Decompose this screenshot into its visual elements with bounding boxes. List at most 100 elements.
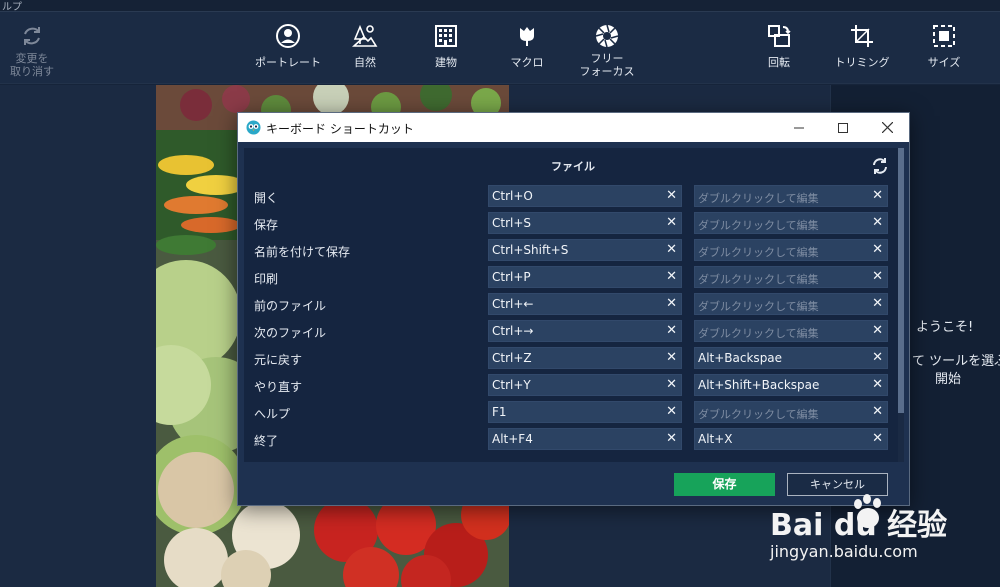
clear-shortcut-icon[interactable]: ✕ <box>666 269 677 285</box>
clear-shortcut-icon[interactable]: ✕ <box>872 188 883 204</box>
shortcut-placeholder: ダブルクリックして編集 <box>698 246 819 259</box>
secondary-shortcut-field[interactable]: Alt+Shift+Backspae ✕ <box>694 374 888 396</box>
tool-label: 建物 <box>435 56 457 69</box>
clear-shortcut-icon[interactable]: ✕ <box>666 188 677 204</box>
secondary-shortcut-field[interactable]: Alt+X ✕ <box>694 428 888 450</box>
maximize-button[interactable] <box>821 113 865 142</box>
free-focus-label-2: フォーカス <box>579 65 635 78</box>
shortcut-row: へルプ F1 ✕ ダブルクリックして編集 ✕ <box>244 401 902 423</box>
secondary-shortcut-field[interactable]: ダブルクリックして編集 ✕ <box>694 293 888 315</box>
clear-shortcut-icon[interactable]: ✕ <box>872 350 883 366</box>
undo-label-1: 変更を <box>15 52 49 65</box>
shortcut-list: ファイル 開く Ctrl+O ✕ ダブルクリックして編集 ✕ 保存 Ctrl+S ✕ ダブルクリ… <box>244 148 902 462</box>
primary-shortcut-field[interactable]: F1 ✕ <box>488 401 682 423</box>
dialog-titlebar[interactable]: キーボード ショートカット <box>238 113 909 142</box>
secondary-shortcut-field[interactable]: ダブルクリックして編集 ✕ <box>694 185 888 207</box>
shortcut-value: F1 <box>492 405 507 419</box>
primary-shortcut-field[interactable]: Ctrl+← ✕ <box>488 293 682 315</box>
shortcut-label: 元に戻す <box>254 353 303 367</box>
shortcut-value: Alt+X <box>698 432 733 446</box>
dialog-title: キーボード ショートカット <box>266 122 414 136</box>
clear-shortcut-icon[interactable]: ✕ <box>872 377 883 393</box>
scrollbar-thumb[interactable] <box>898 148 904 413</box>
tool-rotate[interactable]: 回転 <box>754 12 804 84</box>
tool-building[interactable]: 建物 <box>420 12 472 84</box>
shortcut-value: Alt+Shift+Backspae <box>698 378 820 392</box>
primary-shortcut-field[interactable]: Ctrl+Y ✕ <box>488 374 682 396</box>
tool-free-focus[interactable]: フリー フォーカス <box>572 12 642 84</box>
secondary-shortcut-field[interactable]: ダブルクリックして編集 ✕ <box>694 212 888 234</box>
shortcut-row: 開く Ctrl+O ✕ ダブルクリックして編集 ✕ <box>244 185 902 207</box>
save-button[interactable]: 保存 <box>674 473 775 496</box>
tool-nature[interactable]: 自然 <box>340 12 390 84</box>
tool-label: 回転 <box>768 56 790 69</box>
clear-shortcut-icon[interactable]: ✕ <box>872 296 883 312</box>
clear-shortcut-icon[interactable]: ✕ <box>872 323 883 339</box>
primary-shortcut-field[interactable]: Alt+F4 ✕ <box>488 428 682 450</box>
shortcut-placeholder: ダブルクリックして編集 <box>698 327 819 340</box>
secondary-shortcut-field[interactable]: ダブルクリックして編集 ✕ <box>694 320 888 342</box>
primary-shortcut-field[interactable]: Ctrl+Z ✕ <box>488 347 682 369</box>
shortcut-row: 次のファイル Ctrl+→ ✕ ダブルクリックして編集 ✕ <box>244 320 902 342</box>
clear-shortcut-icon[interactable]: ✕ <box>872 431 883 447</box>
clear-shortcut-icon[interactable]: ✕ <box>666 242 677 258</box>
tool-label: ポートレート <box>255 56 321 69</box>
shortcut-label: 名前を付けて保存 <box>254 245 351 259</box>
clear-shortcut-icon[interactable]: ✕ <box>666 377 677 393</box>
shortcut-label: 終了 <box>254 434 279 448</box>
undo-icon <box>18 22 46 50</box>
clear-shortcut-icon[interactable]: ✕ <box>872 404 883 420</box>
shortcut-value: Ctrl+→ <box>492 324 534 338</box>
shortcut-label: やり直す <box>254 380 303 394</box>
shortcut-row: 元に戻す Ctrl+Z ✕ Alt+Backspae ✕ <box>244 347 902 369</box>
clear-shortcut-icon[interactable]: ✕ <box>872 269 883 285</box>
secondary-shortcut-field[interactable]: ダブルクリックして編集 ✕ <box>694 266 888 288</box>
tool-trimming[interactable]: トリミング <box>826 12 898 84</box>
clear-shortcut-icon[interactable]: ✕ <box>666 323 677 339</box>
shortcut-row: やり直す Ctrl+Y ✕ Alt+Shift+Backspae ✕ <box>244 374 902 396</box>
clear-shortcut-icon[interactable]: ✕ <box>872 215 883 231</box>
minimize-button[interactable] <box>777 113 821 142</box>
tool-size[interactable]: サイズ <box>918 12 970 84</box>
secondary-shortcut-field[interactable]: ダブルクリックして編集 ✕ <box>694 401 888 423</box>
close-button[interactable] <box>865 113 909 142</box>
tool-label: トリミング <box>834 56 890 69</box>
free-focus-label-1: フリー <box>590 52 624 65</box>
undo-button[interactable]: 変更を 取り消す <box>2 12 62 84</box>
keyboard-shortcuts-dialog: キーボード ショートカット ファイル 開く Ctrl+O ✕ ダブルクリックして編集 ✕… <box>237 112 910 506</box>
primary-shortcut-field[interactable]: Ctrl+O ✕ <box>488 185 682 207</box>
tool-macro[interactable]: マクロ <box>502 12 552 84</box>
shortcut-value: Ctrl+← <box>492 297 534 311</box>
welcome-text: ようこそ! <box>916 320 974 335</box>
close-icon <box>881 122 893 133</box>
shortcut-row: 印刷 Ctrl+P ✕ ダブルクリックして編集 ✕ <box>244 266 902 288</box>
owl-app-icon <box>246 120 261 135</box>
watermark-url: jingyan.baidu.com <box>770 542 918 561</box>
primary-shortcut-field[interactable]: Ctrl+→ ✕ <box>488 320 682 342</box>
shortcut-label: 保存 <box>254 218 279 232</box>
primary-shortcut-field[interactable]: Ctrl+P ✕ <box>488 266 682 288</box>
clear-shortcut-icon[interactable]: ✕ <box>666 404 677 420</box>
clear-shortcut-icon[interactable]: ✕ <box>666 215 677 231</box>
toolbar: 変更を 取り消す ポートレート 自然 建物 マクロ フリー フォーカス 回転 ト… <box>0 12 1000 84</box>
clear-shortcut-icon[interactable]: ✕ <box>666 296 677 312</box>
shortcut-value: Alt+F4 <box>492 432 533 446</box>
clear-shortcut-icon[interactable]: ✕ <box>666 350 677 366</box>
shortcut-value: Alt+Backspae <box>698 351 783 365</box>
shortcut-label: 前のファイル <box>254 299 327 313</box>
secondary-shortcut-field[interactable]: ダブルクリックして編集 ✕ <box>694 239 888 261</box>
tool-portrait[interactable]: ポートレート <box>250 12 326 84</box>
shortcut-value: Ctrl+Z <box>492 351 532 365</box>
scrollbar[interactable] <box>898 148 904 462</box>
cancel-button[interactable]: キャンセル <box>787 473 888 496</box>
reset-icon[interactable] <box>871 157 889 175</box>
aperture-icon <box>593 22 621 50</box>
menu-bar: ルプ <box>0 0 1000 13</box>
primary-shortcut-field[interactable]: Ctrl+Shift+S ✕ <box>488 239 682 261</box>
primary-shortcut-field[interactable]: Ctrl+S ✕ <box>488 212 682 234</box>
watermark: Bai du 经验 jingyan.baidu.com <box>770 494 1000 580</box>
secondary-shortcut-field[interactable]: Alt+Backspae ✕ <box>694 347 888 369</box>
clear-shortcut-icon[interactable]: ✕ <box>872 242 883 258</box>
clear-shortcut-icon[interactable]: ✕ <box>666 431 677 447</box>
tool-label: 自然 <box>354 56 376 69</box>
